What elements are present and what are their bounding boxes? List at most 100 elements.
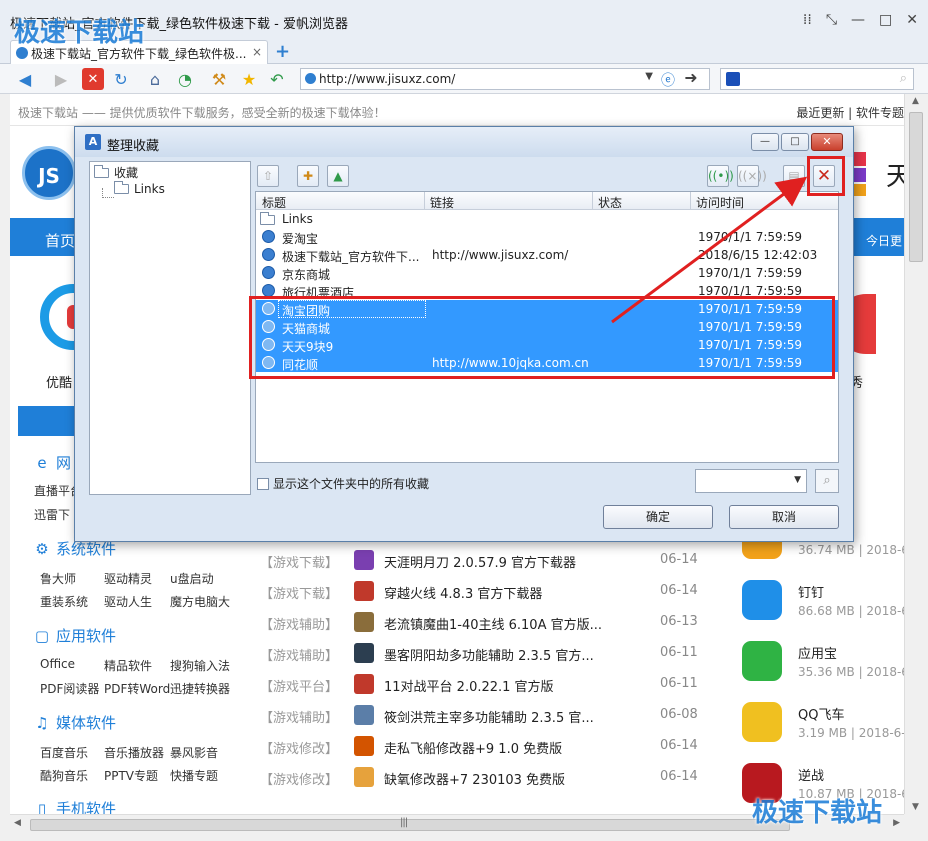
category-media[interactable]: ♫ 媒体软件 [34, 712, 116, 733]
list-item-name[interactable]: 墨客阴阳劫多功能辅助 2.3.5 官方... [384, 645, 594, 664]
category-link[interactable]: 快播专题 [170, 767, 242, 784]
ie-engine-icon[interactable]: ⓔ [661, 70, 675, 90]
list-item[interactable]: 【游戏辅助】 老流镇魔曲1-40主线 6.10A 官方版... 06-13 [260, 608, 698, 639]
category-link[interactable]: 驱动人生 [104, 593, 170, 610]
checkbox-icon[interactable] [257, 478, 269, 490]
column-header-title[interactable]: 标题 [262, 194, 286, 211]
forward-arrow-icon[interactable]: ▶ [50, 68, 72, 90]
app-name[interactable]: 钉钉 [798, 582, 824, 601]
table-row[interactable]: 极速下载站_官方软件下... http://www.jisuxz.com/2018… [256, 246, 838, 264]
category-link[interactable]: 百度音乐 [40, 744, 104, 761]
new-tab-button[interactable]: + [275, 41, 290, 62]
scroll-right-icon[interactable]: ▶ [893, 818, 900, 828]
dialog-minimize-button[interactable]: — [751, 133, 779, 151]
app-icon[interactable] [742, 641, 782, 681]
app-name[interactable]: 逆战 [798, 765, 824, 784]
list-item[interactable]: 【游戏下载】 天涯明月刀 2.0.57.9 官方下载器 06-14 [260, 546, 698, 577]
category-link[interactable]: 酷狗音乐 [40, 767, 104, 784]
category-link[interactable]: u盘启动 [170, 570, 242, 587]
list-item[interactable]: 【游戏平台】 11对战平台 2.0.22.1 官方版 06-11 [260, 670, 698, 701]
app-item[interactable]: 应用宝 35.36 MB | 2018-6 [742, 633, 904, 694]
list-item-tag[interactable]: 【游戏修改】 [260, 769, 338, 788]
app-name[interactable]: 应用宝 [798, 643, 837, 662]
chevron-down-icon[interactable]: ▼ [794, 475, 801, 485]
close-window-button[interactable]: ✕ [906, 12, 918, 28]
app-item[interactable]: QQ飞车 3.19 MB | 2018-6-1 [742, 694, 904, 755]
list-item-name[interactable]: 缺氧修改器+7 230103 免费版 [384, 769, 565, 788]
app-icon[interactable] [742, 580, 782, 620]
list-item[interactable]: 【游戏下载】 穿越火线 4.8.3 官方下载器 06-14 [260, 577, 698, 608]
dialog-maximize-button[interactable]: □ [781, 133, 809, 151]
restore-arrow-icon[interactable]: ⤡ [826, 12, 837, 28]
show-all-checkbox[interactable]: 显示这个文件夹中的所有收藏 [257, 475, 429, 492]
category-link[interactable]: Office [40, 657, 104, 674]
category-link[interactable]: 驱动精灵 [104, 570, 170, 587]
minimize-button[interactable]: — [851, 12, 865, 28]
tab-close-icon[interactable]: × [252, 45, 262, 59]
maximize-button[interactable]: □ [879, 12, 892, 28]
list-item-tag[interactable]: 【游戏辅助】 [260, 707, 338, 726]
category-link[interactable]: 重装系统 [40, 593, 104, 610]
check-links-icon[interactable]: ((•)) [707, 165, 734, 187]
list-item-tag[interactable]: 【游戏修改】 [260, 738, 338, 757]
app-item[interactable]: 钉钉 86.68 MB | 2018-6 [742, 572, 904, 633]
category-link[interactable]: 搜狗输入法 [170, 657, 242, 674]
category-link[interactable]: 音乐播放器 [104, 744, 170, 761]
search-icon[interactable]: ⌕ [900, 71, 907, 86]
list-item-name[interactable]: 走私飞船修改器+9 1.0 免费版 [384, 738, 562, 757]
scroll-thumb[interactable] [909, 112, 923, 262]
list-item[interactable]: 【游戏辅助】 筱剑洪荒主宰多功能辅助 2.3.5 官... 06-08 [260, 701, 698, 732]
category-link[interactable]: PPTV专题 [104, 767, 170, 784]
nav-home-link[interactable]: 首页 [45, 230, 75, 251]
scroll-down-icon[interactable]: ▼ [912, 802, 919, 812]
go-arrow-icon[interactable]: ➜ [680, 68, 702, 90]
category-mobile[interactable]: ▯ 手机软件 [34, 798, 116, 814]
table-row[interactable]: Links [256, 210, 838, 228]
search-scope-combo[interactable]: ▼ [695, 469, 807, 493]
scroll-up-icon[interactable]: ▲ [912, 96, 919, 106]
brand-logo[interactable]: 天 [852, 152, 904, 196]
refresh-icon[interactable]: ↻ [110, 68, 132, 90]
list-item[interactable]: 【游戏辅助】 墨客阴阳劫多功能辅助 2.3.5 官方... 06-11 [260, 639, 698, 670]
favorites-star-icon[interactable]: ★ [238, 68, 260, 90]
properties-icon[interactable]: ▤ [783, 165, 805, 187]
category-apps[interactable]: ▢ 应用软件 [34, 625, 116, 646]
move-up-icon[interactable]: ⇧ [257, 165, 279, 187]
find-button[interactable]: ⌕ [815, 469, 839, 493]
undo-arrow-icon[interactable]: ↶ [266, 68, 288, 90]
vertical-scrollbar[interactable]: ▲ ▼ [904, 94, 928, 814]
list-item-tag[interactable]: 【游戏辅助】 [260, 614, 338, 633]
scroll-left-icon[interactable]: ◀ [14, 818, 21, 828]
list-item-name[interactable]: 筱剑洪荒主宰多功能辅助 2.3.5 官... [384, 707, 594, 726]
list-item[interactable]: 【游戏修改】 走私飞船修改器+9 1.0 免费版 06-14 [260, 732, 698, 763]
cancel-button[interactable]: 取消 [729, 505, 839, 529]
list-item-tag[interactable]: 【游戏下载】 [260, 583, 338, 602]
column-header-url[interactable]: 链接 [430, 194, 454, 211]
list-item[interactable]: 【游戏修改】 缺氧修改器+7 230103 免费版 06-14 [260, 763, 698, 794]
column-header-status[interactable]: 状态 [598, 194, 622, 211]
hscroll-thumb[interactable] [30, 819, 790, 831]
dialog-close-button[interactable]: ✕ [811, 133, 843, 151]
stop-check-icon[interactable]: ((×)) [737, 165, 767, 187]
list-item-name[interactable]: 11对战平台 2.0.22.1 官方版 [384, 676, 554, 695]
featured-app-label[interactable]: 优酷 [46, 372, 72, 391]
category-link[interactable]: 鲁大师 [40, 570, 104, 587]
category-link[interactable]: 暴风影音 [170, 744, 242, 761]
address-bar[interactable]: http://www.jisuxz.com/ ▼ ⓔ [300, 68, 710, 90]
list-item-name[interactable]: 穿越火线 4.8.3 官方下载器 [384, 583, 542, 602]
tree-item-links[interactable]: Links [114, 181, 165, 196]
category-link[interactable]: 迅捷转换器 [170, 680, 242, 697]
dialog-titlebar[interactable]: A 整理收藏 — □ ✕ [75, 127, 853, 157]
history-icon[interactable]: ◔ [174, 68, 196, 90]
new-folder-icon[interactable]: ✚ [297, 165, 319, 187]
search-box[interactable]: ⌕ [720, 68, 914, 90]
app-icon[interactable] [742, 702, 782, 742]
grid-menu-icon[interactable]: ⁞⁞ [803, 12, 812, 28]
nav-today-link[interactable]: 今日更 [866, 232, 902, 249]
list-item-tag[interactable]: 【游戏辅助】 [260, 645, 338, 664]
column-header-visit-time[interactable]: 访问时间 [696, 194, 744, 211]
category-link[interactable]: 魔方电脑大 [170, 593, 242, 610]
list-item-name[interactable]: 天涯明月刀 2.0.57.9 官方下载器 [384, 552, 576, 571]
chevron-down-icon[interactable]: ▼ [645, 71, 653, 82]
home-icon[interactable]: ⌂ [144, 68, 166, 90]
